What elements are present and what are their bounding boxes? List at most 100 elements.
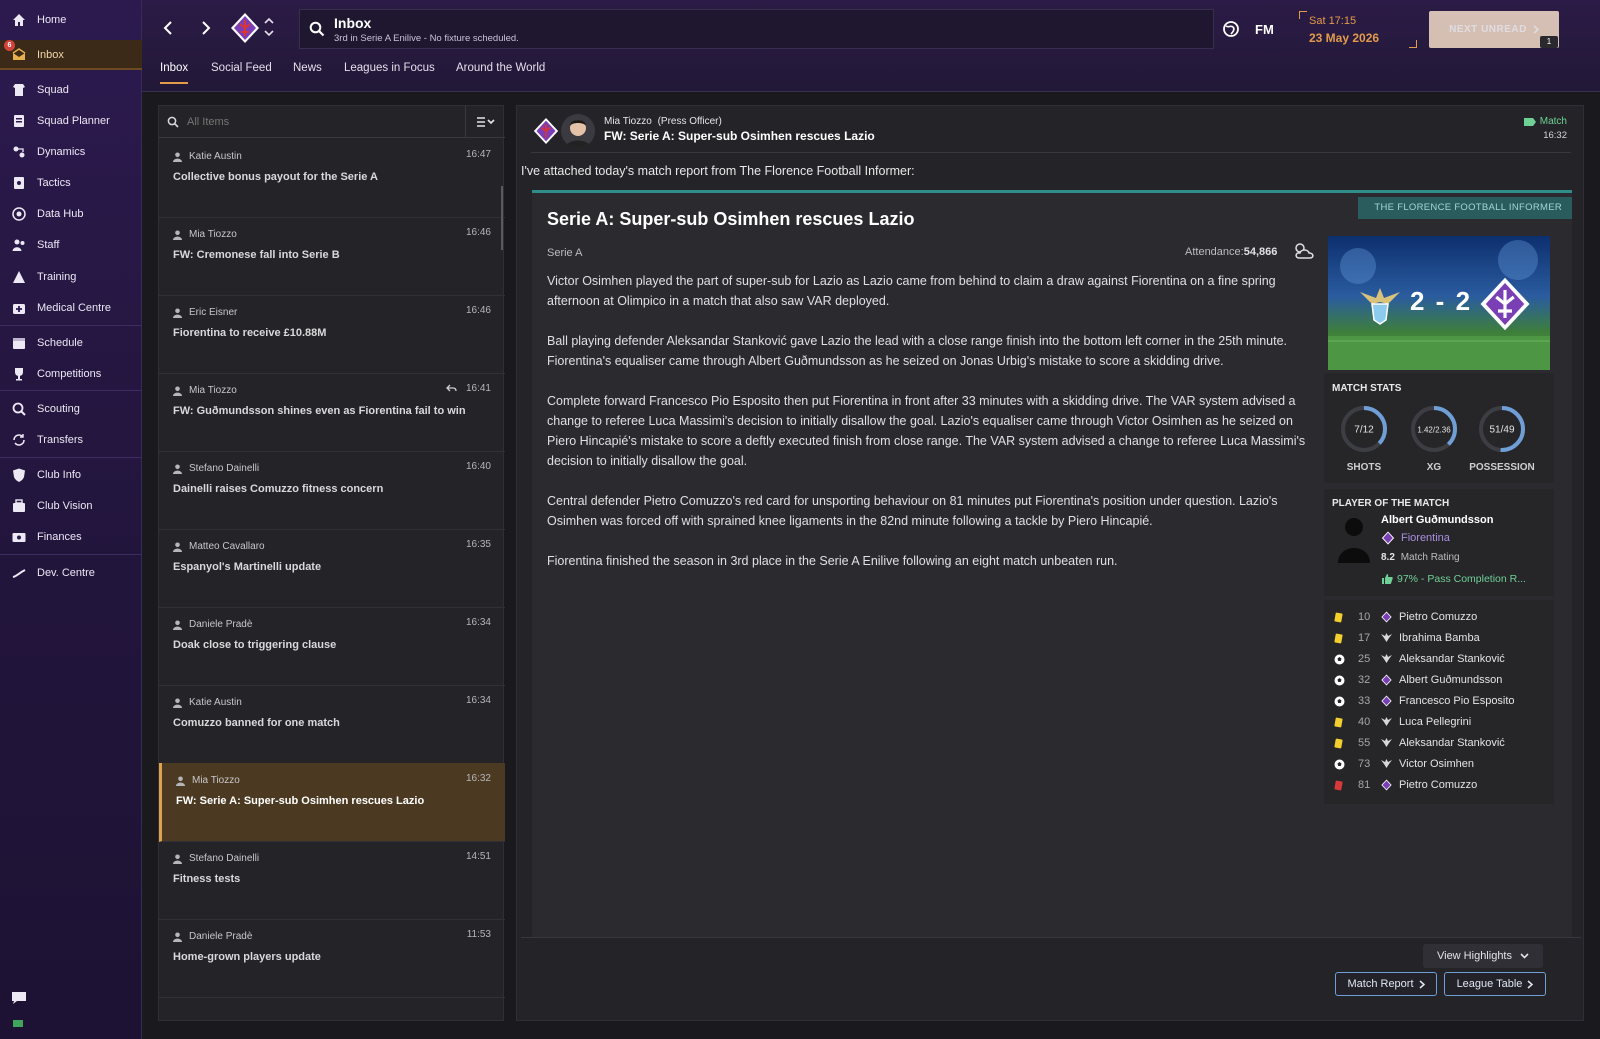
sender-avatar[interactable] xyxy=(561,114,595,148)
global-search-box[interactable]: Inbox 3rd in Serie A Enilive - No fixtur… xyxy=(299,9,1214,49)
yellow-card-icon xyxy=(1334,612,1343,623)
potm-highlight: 97% - Pass Completion R... xyxy=(1381,573,1526,585)
chevron-down-icon xyxy=(1520,953,1529,959)
match-report-button[interactable]: Match Report xyxy=(1335,972,1437,996)
sidebar-item-competitions[interactable]: Competitions xyxy=(0,359,142,389)
training-icon xyxy=(10,268,28,286)
match-report-article: THE FLORENCE FOOTBALL INFORMER Serie A: … xyxy=(532,190,1572,937)
sidebar-item-scouting[interactable]: Scouting xyxy=(0,394,142,424)
match-event-row[interactable]: 73 Victor Osimhen xyxy=(1324,755,1546,776)
club-switch-toggle[interactable] xyxy=(264,16,274,38)
planner-icon xyxy=(10,112,28,130)
sidebar-item-inbox[interactable]: Inbox xyxy=(0,40,142,70)
person-icon xyxy=(173,386,182,396)
match-event-row[interactable]: 81 Pietro Comuzzo xyxy=(1324,776,1546,797)
source-ribbon: THE FLORENCE FOOTBALL INFORMER xyxy=(1358,197,1572,219)
dynamics-icon xyxy=(10,143,28,161)
tab-social-feed[interactable]: Social Feed xyxy=(211,62,272,84)
tab-around-the-world[interactable]: Around the World xyxy=(456,62,545,84)
sidebar-item-tactics[interactable]: Tactics xyxy=(0,168,142,198)
score-graphic[interactable]: 2 - 2 xyxy=(1328,236,1550,370)
list-item[interactable]: Stefano Dainelli 14:51 Fitness tests xyxy=(159,841,505,920)
list-item[interactable]: Daniele Pradè 11:53 Home-grown players upd… xyxy=(159,919,505,998)
fm-logo[interactable]: FM xyxy=(1255,22,1274,37)
player-of-the-match-card[interactable]: PLAYER OF THE MATCH Albert Guðmundsson F… xyxy=(1324,489,1554,596)
match-event-row[interactable]: 25 Aleksandar Stanković xyxy=(1324,650,1546,671)
sidebar-item-medical-centre[interactable]: Medical Centre xyxy=(0,293,142,323)
sidebar-item-finances[interactable]: Finances xyxy=(0,522,142,552)
sidebar-item-dynamics[interactable]: Dynamics xyxy=(0,137,142,167)
list-item[interactable]: Eric Eisner 16:46 Fiorentina to receive £1… xyxy=(159,295,505,374)
list-item[interactable]: Katie Austin 16:34 Comuzzo banned for one … xyxy=(159,685,505,764)
list-item[interactable]: Mia Tiozzo 16:46 FW: Cremonese fall into S… xyxy=(159,217,505,296)
list-item[interactable]: Stefano Dainelli 16:40 Dainelli raises Com… xyxy=(159,451,505,530)
sender-role: (Press Officer) xyxy=(657,116,722,127)
search-icon xyxy=(309,21,325,37)
tab-inbox[interactable]: Inbox xyxy=(160,62,189,84)
match-event-row[interactable]: 32 Albert Guðmundsson xyxy=(1324,671,1546,692)
sender-name: Eric Eisner xyxy=(189,307,238,318)
article-body: Victor Osimhen played the part of super-… xyxy=(547,271,1317,571)
forward-button[interactable] xyxy=(194,16,218,40)
sidebar-item-staff[interactable]: Staff xyxy=(0,230,142,260)
tab-news[interactable]: News xyxy=(293,62,322,84)
chat-icon[interactable] xyxy=(10,990,28,1006)
list-search[interactable] xyxy=(159,106,465,138)
match-stats-card: MATCH STATS 7/12 SHOTS 1.42/2.36 XG 51/49 POS… xyxy=(1324,373,1554,483)
sender-name[interactable]: Mia Tiozzo xyxy=(604,116,652,127)
sidebar-item-data-hub[interactable]: Data Hub xyxy=(0,199,142,229)
sidebar-item-label: Competitions xyxy=(37,368,102,380)
sidebar-item-dev-centre[interactable]: Dev. Centre xyxy=(0,558,142,588)
sidebar: Home Inbox 6 Squad Squad Planner Dynamic… xyxy=(0,0,142,1039)
league-table-button[interactable]: League Table xyxy=(1444,972,1546,996)
stat-label: SHOTS xyxy=(1346,462,1382,473)
event-minute: 10 xyxy=(1358,611,1371,623)
sidebar-item-squad[interactable]: Squad xyxy=(0,75,142,105)
sidebar-item-club-info[interactable]: Club Info xyxy=(0,460,142,490)
potm-club[interactable]: Fiorentina xyxy=(1381,531,1450,545)
match-event-row[interactable]: 10 Pietro Comuzzo xyxy=(1324,608,1546,629)
sidebar-item-label: Club Info xyxy=(37,469,82,481)
list-item[interactable]: Matteo Cavallaro 16:35 Espanyol's Martinel… xyxy=(159,529,505,608)
match-event-row[interactable]: 17 Ibrahima Bamba xyxy=(1324,629,1546,650)
globe-button[interactable] xyxy=(1222,20,1240,38)
sidebar-item-label: Dynamics xyxy=(37,146,86,158)
tab-leagues-in-focus[interactable]: Leagues in Focus xyxy=(344,62,435,84)
sidebar-item-training[interactable]: Training xyxy=(0,262,142,292)
list-item[interactable]: Mia Tiozzo 16:41 FW: Guðmundsson shines ev… xyxy=(159,373,505,452)
message-time: 11:53 xyxy=(466,929,491,940)
list-search-input[interactable] xyxy=(187,113,447,131)
potm-club-name: Fiorentina xyxy=(1401,532,1450,544)
message-sender: Eric Eisner xyxy=(173,307,237,318)
club-crest-button[interactable] xyxy=(230,12,260,44)
list-item[interactable]: Mia Tiozzo 16:32 FW: Serie A: Super-sub Os… xyxy=(159,763,505,842)
list-filter-button[interactable] xyxy=(465,106,505,138)
sidebar-item-transfers[interactable]: Transfers xyxy=(0,425,142,455)
list-item[interactable]: Katie Austin 16:47 Collective bonus payout… xyxy=(159,139,505,218)
sidebar-item-club-vision[interactable]: Club Vision xyxy=(0,491,142,521)
person-icon xyxy=(173,308,182,318)
sender-name: Stefano Dainelli xyxy=(189,463,260,474)
list-scrollbar[interactable] xyxy=(501,186,503,250)
list-item[interactable]: Daniele Pradè 16:34 Doak close to triggeri… xyxy=(159,607,505,686)
sidebar-item-home[interactable]: Home xyxy=(0,5,142,35)
potm-name[interactable]: Albert Guðmundsson xyxy=(1381,514,1493,526)
match-event-row[interactable]: 33 Francesco Pio Esposito xyxy=(1324,692,1546,713)
category-label: Match xyxy=(1539,116,1567,127)
match-event-row[interactable]: 40 Luca Pellegrini xyxy=(1324,713,1546,734)
article-headline: Serie A: Super-sub Osimhen rescues Lazio xyxy=(547,209,915,229)
sidebar-item-squad-planner[interactable]: Squad Planner xyxy=(0,106,142,136)
sidebar-item-schedule[interactable]: Schedule xyxy=(0,328,142,358)
current-date: 23 May 2026 xyxy=(1309,31,1380,45)
competition-label[interactable]: Serie A xyxy=(547,247,582,259)
article-paragraph: Fiorentina finished the season in 3rd pl… xyxy=(547,554,1118,568)
back-button[interactable] xyxy=(156,16,180,40)
date-block[interactable]: Sat 17:15 23 May 2026 xyxy=(1299,11,1435,49)
page-subtitle: 3rd in Serie A Enilive - No fixture sche… xyxy=(334,33,519,44)
view-highlights-dropdown[interactable]: View Highlights xyxy=(1423,944,1543,968)
partly-cloudy-icon xyxy=(1292,241,1316,261)
fiorentina-crest-icon xyxy=(533,117,559,145)
stat-ring-graphic: 1.42/2.36 xyxy=(1411,406,1457,452)
home-icon xyxy=(10,11,28,29)
match-event-row[interactable]: 55 Aleksandar Stanković xyxy=(1324,734,1546,755)
